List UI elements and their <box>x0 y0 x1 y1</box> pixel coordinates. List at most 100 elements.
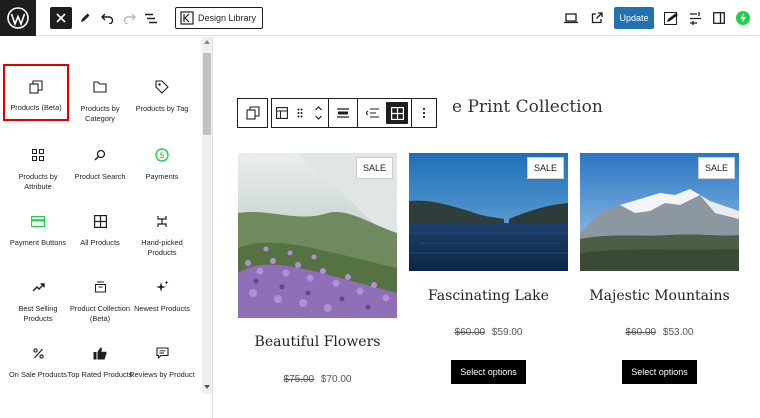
design-library-button[interactable]: Design Library <box>175 7 264 29</box>
block-label: Top Rated Products <box>67 370 133 379</box>
grid-icon <box>390 106 404 120</box>
block-inserter-panel: Products (Beta) Products by Category Pro… <box>0 37 213 418</box>
folder-icon <box>93 76 107 98</box>
block-toolbar <box>237 98 437 128</box>
block-payments[interactable]: $ Payments <box>129 132 195 182</box>
more-vertical-icon <box>422 107 426 119</box>
styles-button[interactable] <box>660 7 682 29</box>
card-icon <box>31 210 45 232</box>
block-type-button[interactable] <box>272 99 292 127</box>
sale-badge: SALE <box>697 157 735 179</box>
regular-price: $75.00 <box>283 374 315 385</box>
parent-block-button[interactable] <box>237 98 268 128</box>
sidebar-toggle-icon <box>713 12 725 24</box>
styles-pen-icon <box>663 11 678 25</box>
thumbs-up-icon <box>93 342 107 364</box>
editor-canvas: e Print Collection SALE Beautiful Flower… <box>214 37 760 418</box>
desktop-icon <box>564 12 578 23</box>
block-newest-products[interactable]: Newest Products <box>129 264 195 314</box>
undo-button[interactable] <box>96 7 118 29</box>
performance-button[interactable] <box>732 7 754 29</box>
block-editor: Design Library Update Products (Beta) Pr… <box>0 0 760 418</box>
list-view-icon <box>145 13 157 23</box>
settings-panel-button[interactable] <box>708 7 730 29</box>
block-label: Product Collection (Beta) <box>70 304 130 323</box>
top-toolbar: Design Library Update <box>0 0 760 36</box>
block-label: Newest Products <box>134 304 190 313</box>
block-label: Products by Category <box>80 104 120 123</box>
select-options-button[interactable]: Select options <box>622 360 697 384</box>
regular-price: $60.00 <box>454 327 486 338</box>
grid-dots-icon <box>32 144 44 166</box>
block-label: All Products <box>80 238 120 247</box>
scrollbar-thumb[interactable] <box>203 53 211 135</box>
preview-button[interactable] <box>560 7 582 29</box>
block-label: Reviews by Product <box>129 370 195 379</box>
product-title[interactable]: Majestic Mountains <box>580 288 739 304</box>
block-product-collection-beta[interactable]: Product Collection (Beta) <box>67 264 133 324</box>
sale-price: $59.00 <box>491 327 523 338</box>
more-options-button[interactable] <box>411 98 437 128</box>
close-icon <box>56 13 66 23</box>
align-wide-icon <box>337 108 349 118</box>
close-inserter-button[interactable] <box>50 7 72 29</box>
block-reviews-by-product[interactable]: Reviews by Product <box>129 330 195 380</box>
block-all-products[interactable]: All Products <box>67 198 133 248</box>
product-title[interactable]: Fascinating Lake <box>409 288 568 304</box>
grid-view-toggle[interactable] <box>386 102 408 124</box>
block-best-selling-products[interactable]: Best Selling Products <box>5 264 71 324</box>
svg-text:$: $ <box>159 151 164 161</box>
redo-button[interactable] <box>118 7 140 29</box>
tag-icon <box>155 76 169 98</box>
dollar-circle-icon: $ <box>155 144 169 166</box>
block-on-sale-products[interactable]: On Sale Products <box>5 330 71 380</box>
sparkle-icon <box>155 276 169 298</box>
product-image[interactable]: SALE <box>409 153 568 271</box>
move-buttons[interactable] <box>308 99 328 127</box>
scroll-down-arrow-icon[interactable] <box>204 385 210 389</box>
redo-icon <box>123 13 136 24</box>
product-title[interactable]: Beautiful Flowers <box>238 334 397 350</box>
list-view-toggle[interactable] <box>358 99 386 127</box>
percent-icon <box>32 342 44 364</box>
drag-handle[interactable] <box>292 99 308 127</box>
product-image[interactable]: SALE <box>238 153 397 318</box>
external-link-icon <box>591 12 603 24</box>
sale-badge: SALE <box>355 157 393 179</box>
view-post-button[interactable] <box>586 7 608 29</box>
product-price: $75.00 $70.00 <box>238 374 397 385</box>
block-products-beta[interactable]: Products (Beta) <box>3 64 69 121</box>
block-products-by-attribute[interactable]: Products by Attribute <box>5 132 71 192</box>
align-button[interactable] <box>329 99 357 127</box>
trending-icon <box>32 276 45 298</box>
tools-button[interactable] <box>74 7 96 29</box>
copy-icon <box>245 106 260 120</box>
block-label: Products (Beta) <box>10 103 62 112</box>
pencil-icon <box>81 13 90 22</box>
update-button[interactable]: Update <box>614 7 654 29</box>
sale-price: $70.00 <box>320 374 352 385</box>
block-top-rated-products[interactable]: Top Rated Products <box>67 330 133 380</box>
product-card: SALE Beautiful Flowers $75.00 $70.00 <box>238 153 397 418</box>
collection-heading[interactable]: e Print Collection <box>452 97 603 117</box>
product-image[interactable]: SALE <box>580 153 739 271</box>
align-group <box>328 98 357 128</box>
wordpress-logo-icon[interactable] <box>0 0 36 36</box>
scroll-up-arrow-icon[interactable] <box>204 40 210 44</box>
search-icon <box>94 144 106 166</box>
block-product-search[interactable]: Product Search <box>67 132 133 182</box>
block-products-by-tag[interactable]: Products by Tag <box>129 64 195 114</box>
jetpack-button[interactable] <box>684 7 706 29</box>
sale-badge: SALE <box>526 157 564 179</box>
product-card: SALE Majestic Mountains $60.00 $53.00 Se… <box>580 153 739 418</box>
regular-price: $60.00 <box>625 327 657 338</box>
select-options-button[interactable]: Select options <box>451 360 526 384</box>
bolt-icon <box>736 11 750 25</box>
block-payment-buttons[interactable]: Payment Buttons <box>5 198 71 248</box>
hand-picked-icon <box>156 210 168 232</box>
document-overview-button[interactable] <box>140 7 162 29</box>
block-controls <box>271 98 328 128</box>
block-products-by-category[interactable]: Products by Category <box>67 64 133 124</box>
sidebar-scrollbar[interactable] <box>202 37 212 394</box>
block-hand-picked-products[interactable]: Hand-picked Products <box>129 198 195 258</box>
